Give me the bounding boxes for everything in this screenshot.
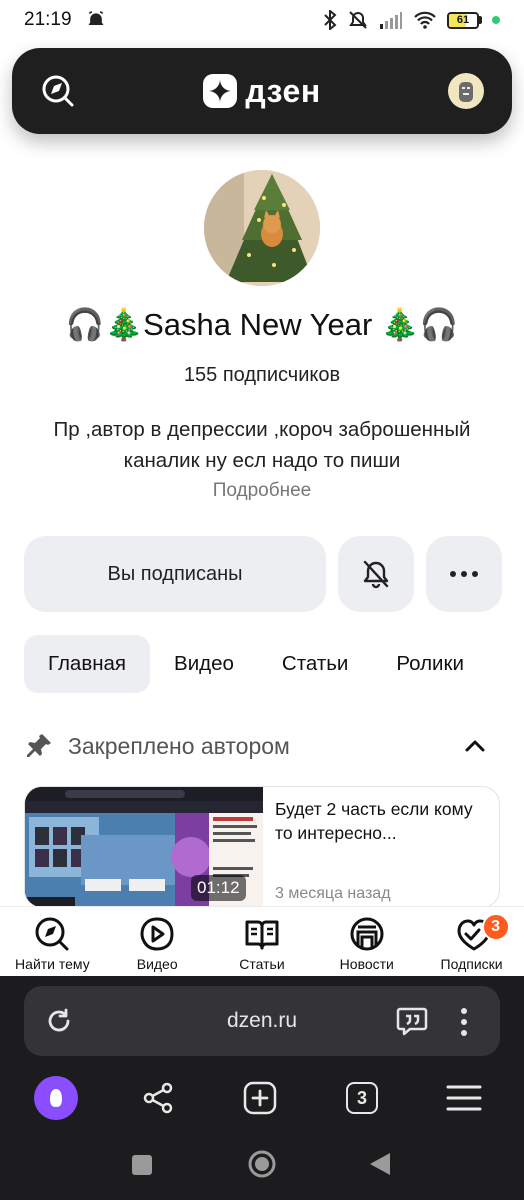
dzen-logo[interactable]: дзен xyxy=(203,73,320,110)
nav-video[interactable]: Видео xyxy=(105,907,209,976)
browser-toolbar: 3 xyxy=(0,1076,524,1120)
subscribers-label: подписчиков xyxy=(222,364,341,386)
tab-shorts[interactable]: Ролики xyxy=(372,635,488,693)
notifications-button[interactable] xyxy=(338,536,414,612)
tabs-button[interactable]: 3 xyxy=(340,1076,384,1120)
channel-description: Пр ,автор в депрессии ,короч заброшенный… xyxy=(53,418,471,472)
hamburger-menu-icon[interactable] xyxy=(442,1076,486,1120)
video-date: 3 месяца назад xyxy=(275,885,391,902)
nav-label: Новости xyxy=(339,956,394,972)
home-icon[interactable] xyxy=(247,1149,277,1179)
tab-video[interactable]: Видео xyxy=(150,635,258,693)
subscribers-info: 155 подписчиков xyxy=(0,364,524,387)
browser-chrome: dzen.ru 3 xyxy=(0,976,524,1200)
nav-label: Статьи xyxy=(239,956,285,972)
nav-label: Найти тему xyxy=(15,956,90,972)
quote-bubble-icon[interactable] xyxy=(396,1006,428,1036)
tab-count: 3 xyxy=(346,1082,378,1114)
signal-icon xyxy=(380,12,402,29)
channel-tabs: Главная Видео Статьи Ролики xyxy=(24,635,488,693)
compass-search-icon xyxy=(35,917,69,951)
status-time: 21:19 xyxy=(24,9,72,30)
address-bar[interactable]: dzen.ru xyxy=(24,986,500,1056)
nav-articles[interactable]: Статьи xyxy=(210,907,314,976)
new-tab-icon[interactable] xyxy=(238,1076,282,1120)
chevron-up-icon[interactable] xyxy=(464,735,486,757)
url-text: dzen.ru xyxy=(226,1009,298,1032)
back-icon[interactable] xyxy=(368,1151,392,1177)
channel-avatar[interactable] xyxy=(204,170,320,286)
subscriptions-badge: 3 xyxy=(481,913,510,941)
nav-find-topic[interactable]: Найти тему xyxy=(0,907,104,976)
video-play-icon xyxy=(140,917,174,951)
status-icons: 61 xyxy=(323,10,500,30)
subscribers-count: 155 xyxy=(183,364,218,386)
channel-name: 🎧🎄Sasha New Year 🎄🎧 xyxy=(65,307,459,342)
system-navigation xyxy=(0,1144,524,1184)
alarm-icon xyxy=(88,10,104,25)
more-horizontal-icon xyxy=(450,571,478,577)
battery-icon: 61 xyxy=(447,11,482,29)
pinned-video-card[interactable]: 01:12 Будет 2 часть если кому то интерес… xyxy=(24,786,500,908)
pinned-section-header[interactable]: Закреплено автором xyxy=(24,726,500,766)
kebab-menu-icon[interactable] xyxy=(454,1006,474,1038)
pin-icon xyxy=(27,734,51,757)
recents-icon[interactable] xyxy=(131,1154,153,1176)
tab-main[interactable]: Главная xyxy=(24,635,151,693)
share-icon[interactable] xyxy=(136,1076,180,1120)
nav-label: Подписки xyxy=(440,956,503,972)
dzen-star-icon xyxy=(203,74,238,108)
app-header: дзен xyxy=(12,48,512,134)
video-thumbnail: 01:12 xyxy=(25,787,263,907)
more-options-button[interactable] xyxy=(426,536,502,612)
video-duration: 01:12 xyxy=(191,875,246,901)
logo-text: дзен xyxy=(245,72,321,109)
more-link[interactable]: Подробнее xyxy=(0,480,524,502)
book-icon xyxy=(245,920,279,950)
video-title: Будет 2 часть если кому то интересно... xyxy=(275,799,473,843)
tab-articles[interactable]: Статьи xyxy=(258,635,372,693)
mute-icon xyxy=(349,11,367,29)
battery-level: 61 xyxy=(456,14,470,26)
nav-subscriptions[interactable]: Подписки 3 xyxy=(420,907,524,976)
status-bar: 21:19 61 xyxy=(0,0,524,40)
privacy-indicator xyxy=(492,16,500,24)
subscribed-button[interactable]: Вы подписаны xyxy=(24,536,326,612)
search-compass-icon[interactable] xyxy=(40,73,76,109)
user-avatar-icon[interactable] xyxy=(448,73,484,109)
news-icon xyxy=(350,917,384,951)
bottom-nav: Найти тему Видео Статьи Новости Подписки… xyxy=(0,906,524,976)
pinned-title: Закреплено автором xyxy=(68,732,290,759)
bluetooth-icon xyxy=(324,10,337,30)
nav-label: Видео xyxy=(136,956,178,972)
wifi-icon xyxy=(414,11,436,29)
nav-news[interactable]: Новости xyxy=(315,907,419,976)
alice-assistant-icon[interactable] xyxy=(34,1076,78,1120)
bell-off-icon xyxy=(363,560,389,589)
